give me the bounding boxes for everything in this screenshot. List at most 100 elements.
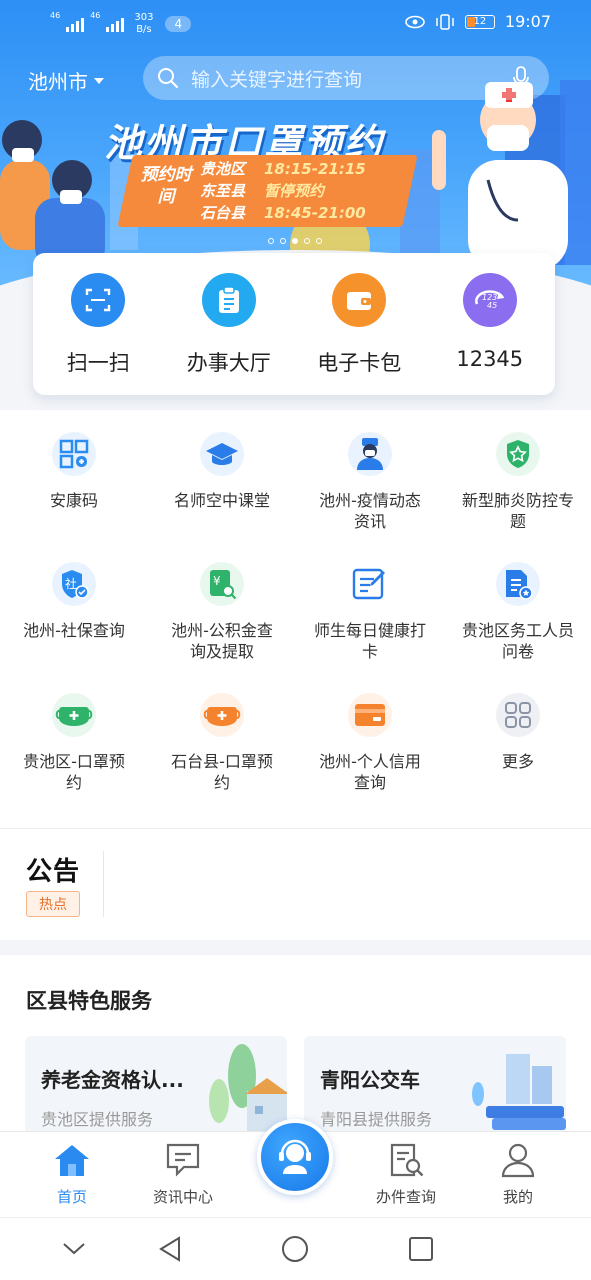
- microphone-icon[interactable]: [513, 66, 529, 90]
- service-worker-survey[interactable]: 贵池区务工人员问卷: [444, 562, 591, 662]
- district-services: 区县特色服务 养老金资格认... 贵池区提供服务 青阳公交车 青阳县提供服务: [0, 955, 591, 1136]
- card-title: 养老金资格认...: [41, 1068, 184, 1092]
- quick-action-label: 电子卡包: [317, 351, 402, 375]
- quick-action-scan[interactable]: 扫一扫: [33, 253, 164, 395]
- battery-icon: 12: [464, 14, 495, 29]
- service-online-class[interactable]: 名师空中课堂: [148, 432, 296, 511]
- carousel-dot[interactable]: [280, 238, 286, 244]
- tab-label: 我的: [502, 1188, 533, 1206]
- notice-title: 公告: [26, 851, 80, 888]
- service-more[interactable]: 更多: [444, 693, 591, 772]
- carousel-dot[interactable]: [268, 238, 274, 244]
- collapse-icon[interactable]: [59, 1234, 89, 1264]
- tab-news[interactable]: 资讯中心: [133, 1142, 233, 1207]
- notice-title-text: 公告: [26, 857, 81, 887]
- quick-actions-panel: 扫一扫 办事大厅 电子卡包 123 45 12345: [33, 253, 555, 395]
- service-epidemic-news[interactable]: 池州-疫情动态资讯: [296, 432, 444, 532]
- quick-action-hall[interactable]: 办事大厅: [164, 253, 295, 395]
- banner-card-label: 预约时间: [140, 165, 192, 207]
- document-search-icon: [390, 1143, 424, 1177]
- service-shitai-mask[interactable]: 石台县-口罩预约: [148, 693, 296, 793]
- home-icon: [55, 1145, 89, 1176]
- service-label: 更多: [501, 752, 534, 771]
- tab-label: 首页: [56, 1188, 87, 1206]
- back-icon[interactable]: [155, 1234, 185, 1264]
- qrcode-icon: [52, 432, 96, 476]
- message-icon: [166, 1143, 200, 1177]
- tab-case-query[interactable]: 办件查询: [356, 1142, 456, 1207]
- eye-icon: [405, 15, 425, 28]
- service-label: 池州-社保查询: [23, 621, 125, 640]
- caret-down-icon: [94, 77, 104, 84]
- district-card-bus[interactable]: 青阳公交车 青阳县提供服务: [304, 1036, 566, 1136]
- service-housing-fund[interactable]: ¥ 池州-公积金查询及提取: [148, 562, 296, 662]
- schedule-district: 东至县: [200, 182, 246, 200]
- mask-green-icon: [52, 693, 96, 737]
- city-selector[interactable]: 池州市: [28, 66, 104, 95]
- home-button-icon[interactable]: [280, 1234, 310, 1264]
- speed-unit: B/s: [136, 24, 152, 35]
- service-credit-query[interactable]: 池州-个人信用查询: [296, 693, 444, 793]
- hotline-icon: 123 45: [462, 273, 517, 327]
- tab-home[interactable]: 首页: [22, 1142, 122, 1207]
- clipboard-icon: [201, 273, 256, 327]
- carousel-indicator[interactable]: [268, 238, 322, 244]
- district-card-pension[interactable]: 养老金资格认... 贵池区提供服务: [25, 1036, 287, 1136]
- schedule-time: 18:45-21:00: [264, 204, 366, 222]
- signal-icon: [106, 16, 125, 32]
- carousel-dot-active[interactable]: [292, 238, 298, 244]
- hot-badge: 热点: [26, 891, 80, 917]
- schedule-row: 东至县 暂停预约: [200, 180, 366, 202]
- service-health-checkin[interactable]: 师生每日健康打卡: [296, 562, 444, 662]
- customer-service-button[interactable]: [257, 1119, 333, 1195]
- signal-label: 46: [90, 11, 101, 20]
- recent-apps-icon[interactable]: [406, 1234, 436, 1264]
- schedule-time: 18:15-21:15: [264, 160, 366, 178]
- quick-action-hotline[interactable]: 123 45 12345: [425, 253, 556, 395]
- tab-profile[interactable]: 我的: [468, 1142, 568, 1207]
- clock: 19:07: [504, 12, 551, 31]
- battery-level: 12: [473, 16, 487, 27]
- card-subtitle: 青阳县提供服务: [320, 1110, 433, 1129]
- books-illustration: [472, 1054, 566, 1130]
- service-social-security[interactable]: 社 池州-社保查询: [0, 562, 148, 641]
- network-speed: 303 B/s: [134, 12, 153, 36]
- survey-icon: [496, 562, 540, 606]
- quick-action-wallet[interactable]: 电子卡包: [294, 253, 425, 395]
- carousel-dot[interactable]: [304, 238, 310, 244]
- quick-action-label: 扫一扫: [66, 351, 130, 375]
- signal-label: 46: [50, 11, 61, 20]
- card-subtitle: 贵池区提供服务: [41, 1110, 154, 1129]
- carousel-dot[interactable]: [316, 238, 322, 244]
- service-label: 池州-疫情动态资讯: [319, 491, 421, 531]
- edit-form-icon: [348, 562, 392, 606]
- service-label: 安康码: [49, 491, 98, 510]
- divider: [103, 851, 104, 917]
- wallet-icon: [332, 273, 387, 327]
- svg-text:¥: ¥: [213, 574, 221, 588]
- tab-label: 资讯中心: [152, 1188, 213, 1206]
- scan-icon: [71, 273, 126, 327]
- shield-star-icon: [496, 432, 540, 476]
- section-title: 区县特色服务: [26, 989, 152, 1013]
- system-navigation-bar: [0, 1217, 591, 1280]
- search-bar[interactable]: 输入关键字进行查询: [143, 56, 549, 100]
- service-guichi-mask[interactable]: 贵池区-口罩预约: [0, 693, 148, 793]
- service-ankang-code[interactable]: 安康码: [0, 432, 148, 511]
- notification-badge: 4: [165, 16, 192, 32]
- schedule-row: 贵池区 18:15-21:15: [200, 158, 366, 180]
- graduation-cap-icon: [200, 432, 244, 476]
- card-title: 青阳公交车: [320, 1068, 420, 1092]
- schedule-row: 石台县 18:45-21:00: [200, 202, 366, 224]
- service-label: 石台县-口罩预约: [171, 752, 273, 792]
- signal-icon: [66, 16, 85, 32]
- status-bar: 46 46 303 B/s 4 12 19:07: [0, 0, 591, 46]
- service-label: 新型肺炎防控专题: [462, 491, 575, 531]
- doctor-icon: [348, 432, 392, 476]
- trees-illustration: [209, 1044, 287, 1136]
- schedule-district: 石台县: [200, 204, 246, 222]
- service-pneumonia-topic[interactable]: 新型肺炎防控专题: [444, 432, 591, 532]
- notice-section[interactable]: 公告 热点: [0, 828, 591, 940]
- fund-search-icon: ¥: [200, 562, 244, 606]
- svg-text:45: 45: [487, 301, 497, 310]
